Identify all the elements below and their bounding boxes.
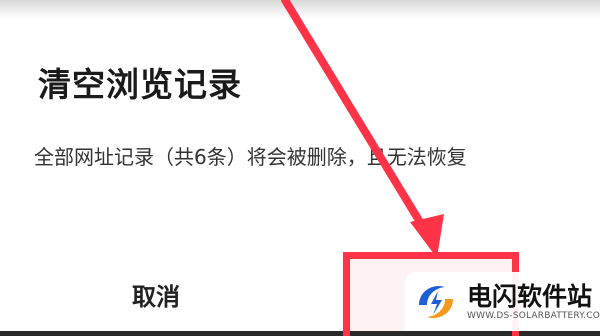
watermark-url: WWW.DS-SOLARBATTERY.COM [467,310,600,321]
dialog-top-shadow [0,0,600,18]
lightning-swirl-logo-icon [415,280,457,323]
watermark: 电闪软件站 WWW.DS-SOLARBATTERY.COM [405,272,600,331]
cancel-button[interactable]: 取消 [96,270,216,318]
dialog-message: 全部网址记录（共6条）将会被删除，且无法恢复 [34,145,467,169]
dialog-title: 清空浏览记录 [38,65,242,104]
watermark-name: 电闪软件站 [467,281,593,311]
